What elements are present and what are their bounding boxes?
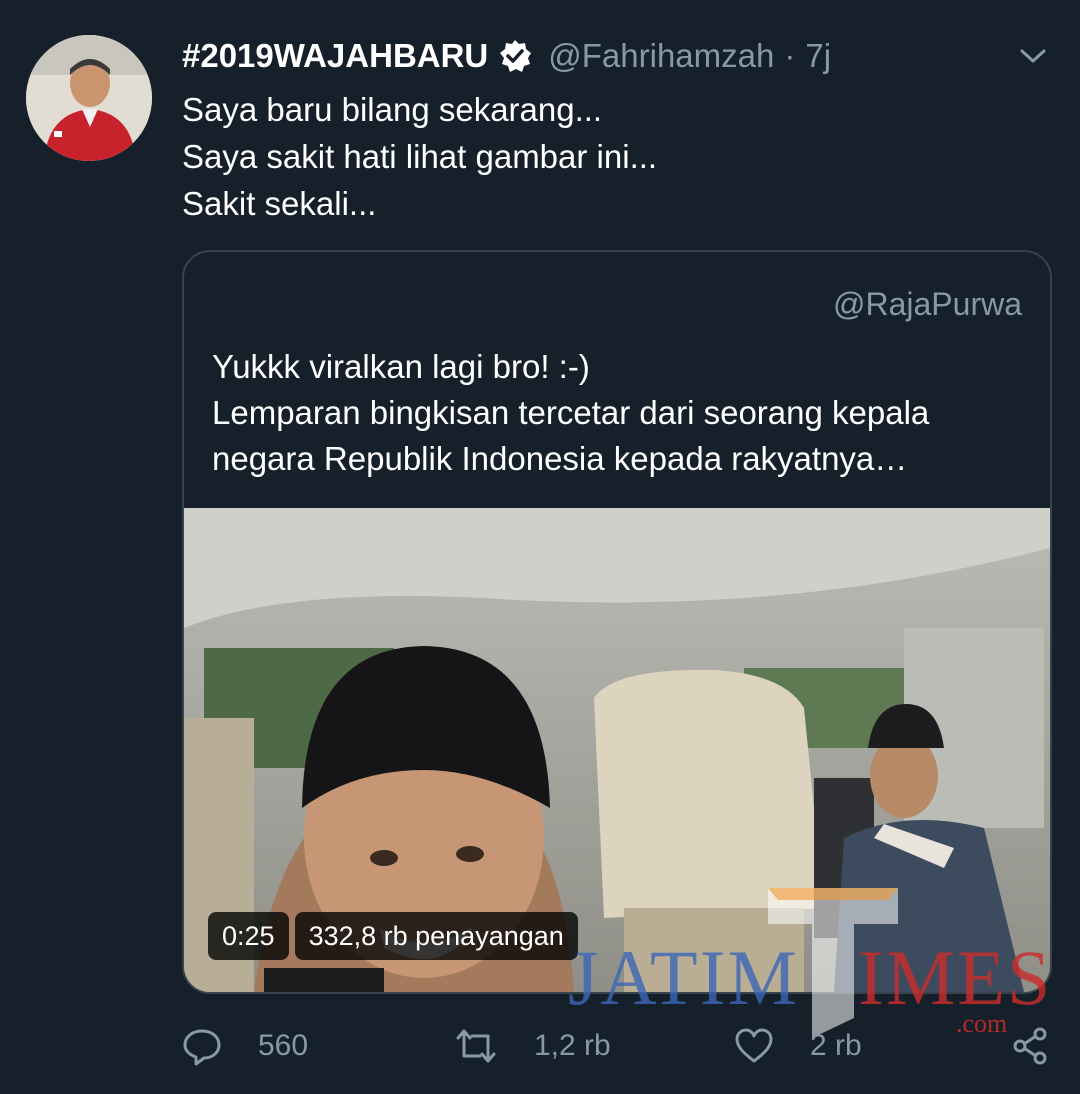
user-handle[interactable]: @Fahrihamzah <box>548 37 774 75</box>
video-duration: 0:25 <box>208 912 289 960</box>
quoted-user-handle[interactable]: @RajaPurwa <box>833 286 1022 323</box>
quoted-tweet[interactable]: @RajaPurwa Yukkk viralkan lagi bro! :-) … <box>182 250 1052 994</box>
heart-icon <box>735 1028 773 1063</box>
jatimtimes-watermark-logo: JATIM IMES .com <box>568 888 1050 1038</box>
tweet-text-line: Sakit sekali... <box>182 185 377 222</box>
quoted-text-line: Yukkk viralkan lagi bro! :-) <box>212 348 590 385</box>
video-view-count: 332,8 rb penayangan <box>294 912 578 960</box>
quoted-text-line: negara Republik Indonesia kepada rakyatn… <box>212 440 908 477</box>
share-icon <box>1013 1027 1047 1065</box>
quoted-tweet-text: Yukkk viralkan lagi bro! :-) Lemparan bi… <box>212 344 929 482</box>
tweet-header: #2019WAJAHBARU @Fahrihamzah · 7j <box>182 30 831 82</box>
reply-count: 560 <box>258 1029 309 1062</box>
timestamp[interactable]: 7j <box>805 37 831 75</box>
chevron-down-icon[interactable] <box>1018 44 1048 68</box>
share-button[interactable] <box>1010 1018 1080 1074</box>
verified-badge-icon <box>498 39 532 73</box>
quoted-text-line: Lemparan bingkisan tercetar dari seorang… <box>212 394 930 431</box>
reply-bubble-icon <box>183 1029 221 1066</box>
tweet-text: Saya baru bilang sekarang... Saya sakit … <box>182 86 1042 227</box>
retweet-button[interactable]: 1,2 rb <box>454 1018 611 1074</box>
reply-button[interactable]: 560 <box>182 1018 308 1074</box>
separator-dot: · <box>784 37 796 74</box>
svg-text:IMES: IMES <box>858 934 1048 1021</box>
tweet-text-line: Saya sakit hati lihat gambar ini... <box>182 138 658 175</box>
retweet-arrows-icon <box>456 1029 496 1063</box>
like-count: 2 rb <box>810 1029 862 1062</box>
like-button[interactable]: 2 rb <box>734 1018 862 1074</box>
svg-text:JATIM: JATIM <box>568 934 799 1021</box>
display-name[interactable]: #2019WAJAHBARU <box>182 37 488 75</box>
avatar[interactable] <box>26 35 152 161</box>
tweet-text-line: Saya baru bilang sekarang... <box>182 91 603 128</box>
tweet-action-bar: 560 1,2 rb 2 rb <box>182 1018 1062 1074</box>
video-info-badges: 0:25 332,8 rb penayangan <box>208 912 584 960</box>
retweet-count: 1,2 rb <box>534 1029 611 1062</box>
tweet-card[interactable]: #2019WAJAHBARU @Fahrihamzah · 7j Saya ba… <box>0 0 1080 1094</box>
